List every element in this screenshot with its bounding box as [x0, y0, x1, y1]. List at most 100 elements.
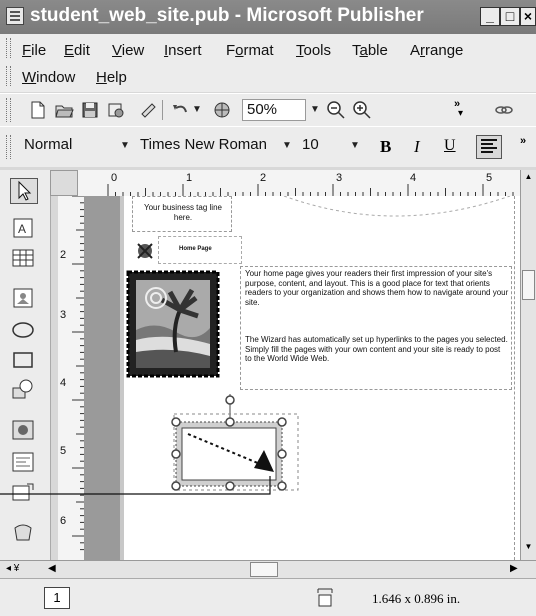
- menu-arrange[interactable]: Arrange: [410, 42, 463, 59]
- menu-format-pre: F: [226, 42, 236, 59]
- object-size-icon: [317, 588, 333, 607]
- title-bar: student_web_site.pub - Microsoft Publish…: [0, 0, 536, 34]
- open-folder-icon[interactable]: [54, 100, 74, 120]
- object-size-readout: 1.646 x 0.896 in.: [372, 591, 461, 606]
- minimize-button[interactable]: _: [480, 7, 500, 26]
- vertical-scrollbar[interactable]: ▲ ▼: [520, 170, 536, 560]
- menu-help-label: elp: [106, 69, 127, 86]
- close-button[interactable]: ×: [520, 7, 536, 26]
- menu-window[interactable]: Window: [22, 69, 75, 86]
- maximize-button[interactable]: □: [500, 7, 520, 26]
- horizontal-scrollbar[interactable]: ◂ ¥ ◀ ▶: [0, 560, 536, 579]
- island-clipart-image[interactable]: [126, 270, 220, 378]
- menu-format[interactable]: Format: [226, 42, 274, 59]
- text-box-tool-icon[interactable]: A: [10, 216, 36, 240]
- menu-insert[interactable]: Insert: [164, 42, 202, 59]
- menu-view[interactable]: View: [112, 42, 144, 59]
- vruler-label-4: 4: [60, 377, 66, 389]
- bold-button[interactable]: B: [380, 137, 391, 157]
- menu-tools-label: ools: [303, 42, 332, 59]
- vruler-label-3: 3: [60, 309, 66, 321]
- ruler-origin-corner[interactable]: [50, 170, 78, 196]
- ruler-label-3: 3: [336, 172, 342, 184]
- picture-frame-tool-icon[interactable]: [10, 286, 36, 310]
- vertical-ruler[interactable]: 2 3 4 5 6: [58, 196, 85, 560]
- menu-file-accel: F: [22, 42, 32, 59]
- insert-hyperlink-globe-icon[interactable]: [212, 100, 232, 120]
- publisher-app-icon[interactable]: [6, 7, 24, 25]
- table-tool-icon[interactable]: [10, 246, 36, 270]
- menu-view-accel: V: [112, 42, 122, 59]
- scroll-down-arrow-icon[interactable]: ▼: [522, 542, 535, 556]
- zoom-dropdown-arrow-icon[interactable]: ▼: [308, 100, 322, 120]
- ruler-label-0: 0: [111, 172, 117, 184]
- horizontal-ruler[interactable]: 0 1 2 3 4 5: [78, 170, 528, 197]
- formatting-overflow-chevron-icon[interactable]: »: [520, 135, 526, 147]
- menu-file[interactable]: File: [22, 42, 46, 59]
- undo-icon[interactable]: [170, 100, 190, 120]
- decorative-arc: [283, 196, 511, 217]
- publication-canvas[interactable]: Your business tag line here. Home Page Y…: [84, 196, 520, 560]
- formatting-toolbar-grip[interactable]: [6, 135, 11, 159]
- page-nav-chevrons-icon[interactable]: ◂ ¥: [6, 563, 19, 574]
- scroll-left-arrow-icon[interactable]: ◀: [48, 563, 56, 574]
- rectangle-tool-icon[interactable]: [10, 348, 36, 372]
- ruler-label-4: 4: [410, 172, 416, 184]
- main-text-frame[interactable]: Your home page gives your readers their …: [240, 266, 512, 390]
- menubar-grip-2[interactable]: [6, 66, 11, 86]
- new-document-icon[interactable]: [28, 100, 48, 120]
- toolbar-options-arrow-icon[interactable]: ▾: [458, 108, 463, 119]
- align-left-button[interactable]: [476, 135, 502, 159]
- menu-tools[interactable]: Tools: [296, 42, 331, 59]
- hot-spot-tool-icon[interactable]: [10, 418, 36, 442]
- window-title: student_web_site.pub - Microsoft Publish…: [30, 5, 424, 26]
- hyperlink-chain-icon[interactable]: [494, 100, 514, 120]
- italic-button[interactable]: I: [414, 137, 420, 157]
- menubar-grip[interactable]: [6, 38, 11, 58]
- standard-toolbar: ▼ 50% ▼ » ▾: [0, 93, 536, 126]
- font-size-dropdown-arrow-icon[interactable]: ▼: [348, 136, 362, 156]
- wizard-paragraph: The Wizard has automatically set up hype…: [245, 335, 508, 363]
- toolbar-separator: [162, 100, 163, 120]
- publish-web-icon[interactable]: [106, 100, 126, 120]
- nav-link-home-page[interactable]: Home Page: [179, 245, 212, 255]
- font-dropdown[interactable]: Times New Roman: [136, 135, 286, 157]
- menu-edit-accel: E: [64, 42, 75, 59]
- nav-link-frame[interactable]: Home Page: [158, 236, 242, 264]
- design-gallery-object-icon[interactable]: [10, 520, 36, 544]
- scroll-up-arrow-icon[interactable]: ▲: [522, 172, 535, 186]
- zoom-dropdown[interactable]: 50%: [242, 99, 306, 121]
- menu-window-accel: W: [22, 69, 37, 86]
- align-left-icon: [481, 139, 497, 153]
- format-painter-icon[interactable]: [138, 100, 158, 120]
- menu-insert-label: nsert: [168, 42, 202, 59]
- ruler-label-5: 5: [486, 172, 492, 184]
- underline-button[interactable]: U: [444, 137, 456, 155]
- horizontal-scroll-thumb[interactable]: [250, 562, 278, 577]
- zoom-in-icon[interactable]: [352, 100, 372, 120]
- ruler-label-1: 1: [186, 172, 192, 184]
- menu-table[interactable]: Table: [352, 42, 388, 59]
- scroll-right-arrow-icon[interactable]: ▶: [510, 563, 518, 574]
- standard-toolbar-grip[interactable]: [6, 98, 11, 122]
- page-navigator-button[interactable]: 1: [44, 587, 70, 609]
- zoom-out-icon[interactable]: [326, 100, 346, 120]
- autoshapes-tool-icon[interactable]: [10, 378, 36, 402]
- undo-dropdown-icon[interactable]: ▼: [190, 100, 204, 120]
- font-size-dropdown[interactable]: 10: [298, 135, 342, 157]
- menu-help[interactable]: Help: [96, 69, 127, 86]
- style-dropdown-arrow-icon[interactable]: ▼: [118, 136, 132, 156]
- vruler-label-6: 6: [60, 515, 66, 527]
- menu-format-accel: o: [235, 42, 244, 59]
- menu-edit[interactable]: Edit: [64, 42, 90, 59]
- vertical-scroll-thumb[interactable]: [522, 270, 535, 300]
- font-dropdown-arrow-icon[interactable]: ▼: [280, 136, 294, 156]
- menu-arrange-label: range: [425, 42, 464, 59]
- menu-format-label: rmat: [243, 42, 274, 59]
- style-dropdown[interactable]: Normal: [20, 135, 112, 157]
- pointer-tool-icon[interactable]: [10, 178, 38, 204]
- oval-tool-icon[interactable]: [10, 318, 36, 342]
- menu-table-accel: a: [359, 42, 368, 59]
- save-disk-icon[interactable]: [80, 100, 100, 120]
- tagline-frame[interactable]: Your business tag line here.: [132, 196, 232, 232]
